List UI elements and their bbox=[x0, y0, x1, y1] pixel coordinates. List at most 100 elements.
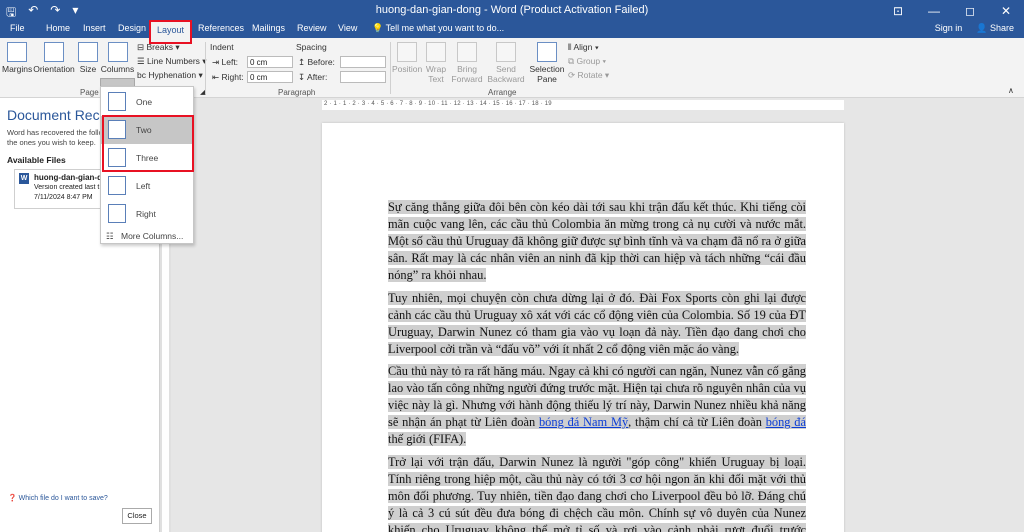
indent-left-input[interactable]: 0 cm bbox=[247, 56, 293, 68]
link-bong-da[interactable]: bóng đá bbox=[766, 415, 806, 429]
help-link[interactable]: ❓ Which file do I want to save? bbox=[8, 494, 108, 502]
sign-in-link[interactable]: Sign in bbox=[935, 23, 963, 34]
horizontal-ruler[interactable]: 2 · 1 · 1 · 2 · 3 · 4 · 5 · 6 · 7 · 8 · … bbox=[322, 100, 844, 110]
send-backward-icon bbox=[496, 42, 516, 62]
line-numbers-icon: ☰ bbox=[137, 56, 145, 66]
indent-right-label: ⇤ Right: bbox=[212, 72, 244, 82]
bring-forward-button[interactable]: Bring Forward bbox=[450, 42, 484, 84]
columns-button[interactable]: Columns bbox=[100, 42, 135, 74]
help-icon: ❓ bbox=[8, 495, 17, 502]
maximize-button[interactable]: ◻ bbox=[952, 0, 988, 22]
tell-me-search[interactable]: 💡 Tell me what you want to do... bbox=[372, 23, 504, 34]
rotate-button[interactable]: ⟳ Rotate ▾ bbox=[568, 70, 609, 81]
recovered-file-name: huong-dan-gian-d bbox=[34, 173, 102, 182]
tab-design[interactable]: Design bbox=[118, 23, 146, 33]
person-icon: 👤 bbox=[976, 23, 988, 33]
share-button[interactable]: 👤 Share bbox=[976, 23, 1014, 34]
recovered-file-item[interactable]: W huong-dan-gian-d Version created last … bbox=[14, 169, 104, 209]
spacing-before-icon: ↥ bbox=[298, 57, 306, 67]
ribbon-separator bbox=[205, 42, 206, 94]
size-icon bbox=[78, 42, 98, 62]
paragraph-4[interactable]: Trở lại với trận đấu, Darwin Nunez là ng… bbox=[388, 454, 806, 532]
margins-button[interactable]: Margins bbox=[2, 42, 32, 74]
position-icon bbox=[397, 42, 417, 62]
paragraph-4-text: Trở lại với trận đấu, Darwin Nunez là ng… bbox=[388, 455, 806, 532]
tab-layout[interactable]: Layout bbox=[148, 20, 193, 44]
close-button[interactable]: Close bbox=[122, 508, 152, 524]
paragraph-2-text: Tuy nhiên, mọi chuyện còn chưa dừng lại … bbox=[388, 291, 806, 356]
indent-right-icon: ⇤ bbox=[212, 72, 220, 82]
indent-left-label: ⇥ Left: bbox=[212, 57, 239, 67]
paragraph-3-text-c: thế giới (FIFA). bbox=[388, 432, 467, 446]
window-title: huong-dan-gian-dong - Word (Product Acti… bbox=[375, 4, 649, 16]
available-files-label: Available Files bbox=[7, 155, 66, 165]
columns-icon bbox=[107, 42, 128, 62]
word-file-icon: W bbox=[19, 173, 29, 184]
columns-option-left[interactable]: Left bbox=[101, 172, 193, 200]
align-button[interactable]: ⫴ Align ▾ bbox=[568, 42, 599, 53]
indent-left-icon: ⇥ bbox=[212, 57, 220, 67]
paragraph-group-label: Paragraph bbox=[278, 88, 316, 97]
left-column-icon bbox=[108, 176, 126, 195]
hyphenation-button[interactable]: bc Hyphenation ▾ bbox=[137, 70, 203, 81]
ruler-marks: 2 · 1 · 1 · 2 · 3 · 4 · 5 · 6 · 7 · 8 · … bbox=[324, 101, 552, 107]
paragraph-3-text-b: , thậm chí cả từ Liên đoàn bbox=[628, 415, 766, 429]
tab-mailings[interactable]: Mailings bbox=[252, 23, 285, 33]
tab-review[interactable]: Review bbox=[297, 23, 327, 33]
spacing-after-input[interactable] bbox=[340, 71, 386, 83]
selection-pane-icon bbox=[537, 42, 557, 62]
columns-option-one[interactable]: One bbox=[101, 88, 193, 116]
bring-forward-icon bbox=[457, 42, 477, 62]
paragraph-3[interactable]: Cầu thủ này tỏ ra rất hăng máu. Ngay cả … bbox=[388, 363, 806, 448]
wrap-text-icon bbox=[426, 42, 446, 62]
align-icon: ⫴ bbox=[568, 42, 572, 52]
columns-option-right[interactable]: Right bbox=[101, 200, 193, 228]
size-button[interactable]: Size bbox=[78, 42, 98, 74]
recovered-file-version: Version created last t bbox=[34, 184, 100, 191]
indent-right-input[interactable]: 0 cm bbox=[247, 71, 293, 83]
group-icon: ⧉ bbox=[568, 56, 575, 66]
tab-home[interactable]: Home bbox=[46, 23, 70, 33]
close-window-button[interactable]: ✕ bbox=[988, 0, 1024, 22]
recovered-file-date: 7/11/2024 8:47 PM bbox=[34, 194, 93, 201]
spacing-after-label: ↧ After: bbox=[298, 72, 328, 82]
recovery-description: Word has recovered the follo the ones you… bbox=[7, 128, 103, 147]
tab-references[interactable]: References bbox=[198, 23, 244, 33]
spacing-before-label: ↥ Before: bbox=[298, 57, 335, 67]
paragraph-1-text: Sự căng thẳng giữa đôi bên còn kéo dài t… bbox=[388, 200, 806, 282]
lightbulb-icon: 💡 bbox=[372, 23, 384, 33]
document-page[interactable]: Sự căng thẳng giữa đôi bên còn kéo dài t… bbox=[322, 123, 844, 532]
highlight-box bbox=[102, 115, 194, 172]
minimize-button[interactable]: — bbox=[916, 0, 952, 22]
send-backward-button[interactable]: Send Backward bbox=[486, 42, 526, 84]
wrap-text-button[interactable]: Wrap Text bbox=[424, 42, 448, 84]
margins-icon bbox=[7, 42, 27, 62]
recovery-heading: Document Reco bbox=[7, 107, 105, 123]
tab-view[interactable]: View bbox=[338, 23, 357, 33]
link-bong-da-nam-my[interactable]: bóng đá Nam Mỹ bbox=[539, 415, 628, 429]
position-button[interactable]: Position bbox=[392, 42, 422, 74]
breaks-button[interactable]: ⊟ Breaks ▾ bbox=[137, 42, 180, 53]
ribbon-separator bbox=[390, 42, 391, 94]
collapse-ribbon-icon[interactable]: ∧ bbox=[1008, 86, 1014, 95]
arrange-group-label: Arrange bbox=[488, 88, 517, 97]
one-column-icon bbox=[108, 92, 126, 111]
group-button[interactable]: ⧉ Group ▾ bbox=[568, 56, 606, 67]
ribbon-tabs: File Home Insert Design Layout Reference… bbox=[0, 20, 1024, 44]
ribbon-display-icon[interactable]: ⊡ bbox=[880, 0, 916, 22]
tab-insert[interactable]: Insert bbox=[83, 23, 106, 33]
orientation-button[interactable]: Orientation bbox=[32, 42, 76, 74]
indent-label: Indent bbox=[210, 42, 234, 52]
right-column-icon bbox=[108, 204, 126, 223]
line-numbers-button[interactable]: ☰ Line Numbers ▾ bbox=[137, 56, 207, 67]
more-columns-option[interactable]: ☷ More Columns... bbox=[101, 228, 193, 244]
spacing-before-input[interactable] bbox=[340, 56, 386, 68]
window-controls: ⊡ — ◻ ✕ bbox=[880, 0, 1024, 22]
paragraph-1[interactable]: Sự căng thẳng giữa đôi bên còn kéo dài t… bbox=[388, 199, 806, 284]
rotate-icon: ⟳ bbox=[568, 70, 576, 80]
selection-pane-button[interactable]: Selection Pane bbox=[528, 42, 566, 84]
tab-file[interactable]: File bbox=[10, 23, 25, 33]
spacing-label: Spacing bbox=[296, 42, 327, 52]
paragraph-2[interactable]: Tuy nhiên, mọi chuyện còn chưa dừng lại … bbox=[388, 290, 806, 358]
spacing-after-icon: ↧ bbox=[298, 72, 306, 82]
